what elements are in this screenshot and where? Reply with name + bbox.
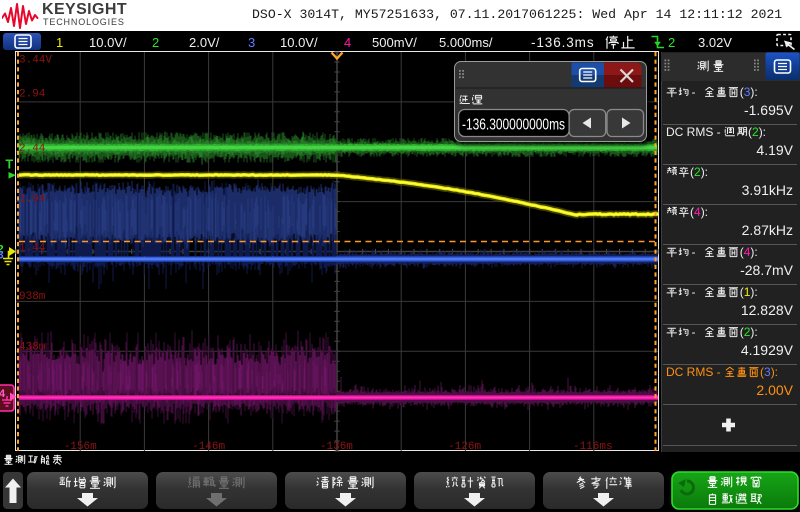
svg-text:):: ): xyxy=(701,165,708,179)
svg-text:):: ): xyxy=(771,365,778,379)
svg-text:):: ): xyxy=(701,205,708,219)
svg-text:438m: 438m xyxy=(19,342,46,354)
svg-text:T: T xyxy=(6,158,14,172)
svg-text:938m: 938m xyxy=(19,291,46,303)
svg-text:3.91kHz: 3.91kHz xyxy=(742,182,793,198)
svg-text:2.00V: 2.00V xyxy=(756,382,793,398)
svg-text:4.1929V: 4.1929V xyxy=(741,342,794,358)
svg-text:4.19V: 4.19V xyxy=(756,142,793,158)
svg-text:2.94: 2.94 xyxy=(19,89,46,101)
svg-text:4: 4 xyxy=(0,388,6,400)
svg-text:-136.300000000ms: -136.300000000ms xyxy=(462,117,565,134)
svg-text:1.44: 1.44 xyxy=(19,243,46,255)
svg-text:-: - xyxy=(692,325,696,339)
svg-text:3.44V: 3.44V xyxy=(19,55,52,67)
svg-text:1.94: 1.94 xyxy=(19,194,46,206)
svg-text:-: - xyxy=(692,245,696,259)
svg-text:):: ): xyxy=(750,85,757,99)
svg-text:-1.695V: -1.695V xyxy=(744,102,794,118)
svg-text:2.87kHz: 2.87kHz xyxy=(742,222,793,238)
svg-text:-28.7mV: -28.7mV xyxy=(740,262,794,278)
svg-text:2.44: 2.44 xyxy=(19,143,46,155)
svg-text:DC RMS -: DC RMS - xyxy=(666,365,721,379)
svg-text:DC RMS -: DC RMS - xyxy=(666,125,721,139)
svg-text:):: ): xyxy=(750,285,757,299)
svg-text:):: ): xyxy=(759,125,766,139)
svg-text:12.828V: 12.828V xyxy=(741,302,794,318)
svg-text:3: 3 xyxy=(0,250,4,262)
svg-text:-: - xyxy=(692,285,696,299)
svg-text:-: - xyxy=(692,85,696,99)
svg-text:):: ): xyxy=(750,325,757,339)
svg-text:):: ): xyxy=(750,245,757,259)
